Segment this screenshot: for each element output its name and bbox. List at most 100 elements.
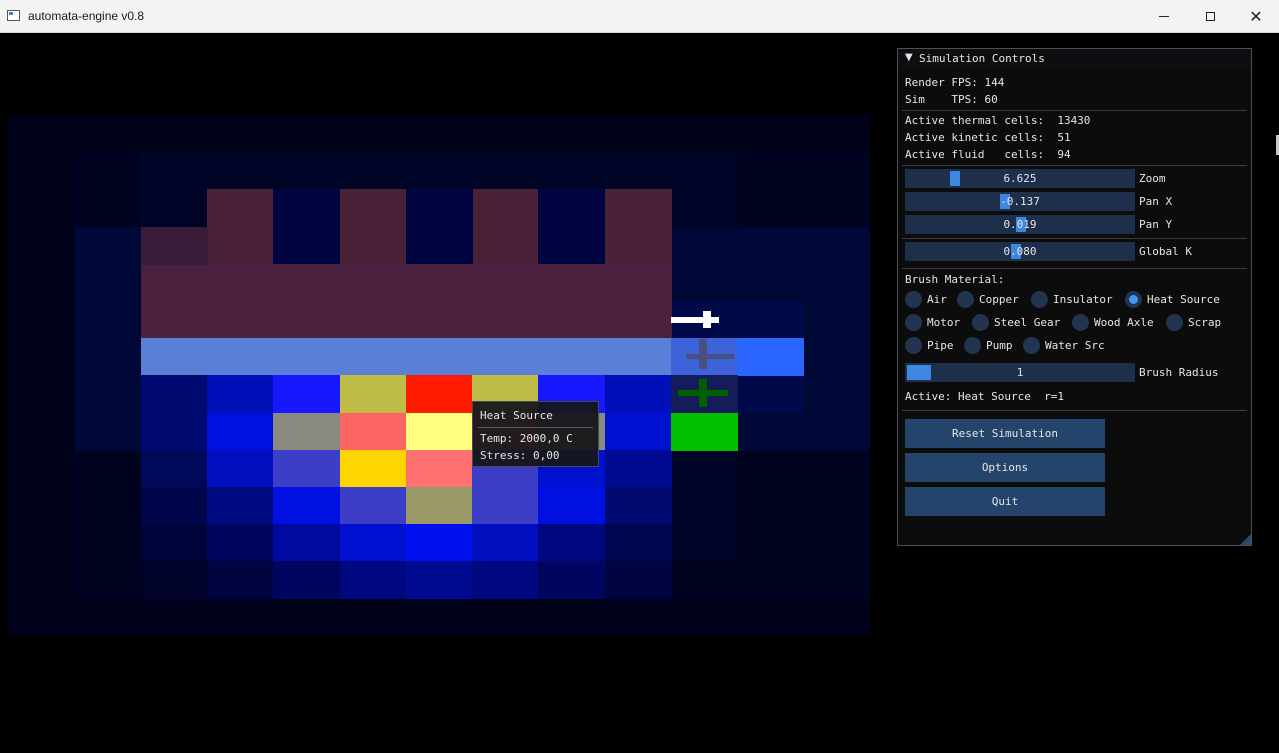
grid-cell[interactable] — [406, 189, 473, 264]
grid-cell[interactable] — [141, 487, 208, 525]
grid-cell[interactable] — [207, 524, 274, 562]
grid-cell[interactable] — [273, 561, 340, 599]
brush-radius-slider[interactable]: 1 — [905, 363, 1135, 382]
grid-cell[interactable] — [207, 487, 274, 525]
grid-cell[interactable] — [472, 487, 539, 525]
grid-cell[interactable] — [273, 189, 340, 264]
radio-button[interactable] — [1031, 291, 1048, 308]
global-k-slider[interactable]: 0.080 — [905, 242, 1135, 261]
maximize-button[interactable] — [1187, 0, 1233, 33]
minimize-button[interactable] — [1141, 0, 1187, 33]
grid-cell[interactable] — [406, 561, 473, 599]
material-label: Motor — [927, 316, 961, 329]
grid-cell[interactable] — [605, 413, 672, 451]
grid-cell[interactable] — [737, 338, 804, 376]
grid-cell[interactable] — [273, 487, 340, 525]
material-radio-insulator[interactable]: Insulator — [1031, 291, 1113, 308]
material-radio-pipe[interactable]: Pipe — [905, 337, 954, 354]
grid-cell[interactable] — [141, 264, 672, 339]
grid-cell[interactable] — [605, 487, 672, 525]
zoom-slider[interactable]: 6.625 — [905, 169, 1135, 188]
grid-cell[interactable] — [472, 524, 539, 562]
grid-cell[interactable] — [472, 561, 539, 599]
grid-cell[interactable] — [605, 450, 672, 488]
grid-cell[interactable] — [340, 524, 407, 562]
material-radio-water-src[interactable]: Water Src — [1023, 337, 1105, 354]
grid-cell[interactable] — [538, 189, 605, 264]
grid-cell[interactable] — [538, 487, 605, 525]
material-radio-wood-axle[interactable]: Wood Axle — [1072, 314, 1154, 331]
grid-cell[interactable] — [340, 413, 407, 451]
grid-cell[interactable] — [273, 450, 340, 488]
grid-cell[interactable] — [340, 450, 407, 488]
radio-button[interactable] — [905, 337, 922, 354]
grid-cell[interactable] — [273, 413, 340, 451]
material-radio-copper[interactable]: Copper — [957, 291, 1019, 308]
radio-button[interactable] — [1125, 291, 1142, 308]
grid-cell[interactable] — [207, 375, 274, 413]
grid-cell[interactable] — [207, 450, 274, 488]
resize-grip-icon[interactable] — [1240, 534, 1251, 545]
tooltip-temp: Temp: 2000,0 C — [480, 432, 573, 445]
material-label: Heat Source — [1147, 293, 1220, 306]
material-radio-steel-gear[interactable]: Steel Gear — [972, 314, 1060, 331]
divider — [902, 165, 1247, 166]
material-label: Pump — [986, 339, 1013, 352]
zoom-value: 6.625 — [1003, 172, 1037, 185]
grid-cell[interactable] — [605, 561, 672, 599]
radio-button[interactable] — [1072, 314, 1089, 331]
radio-button[interactable] — [972, 314, 989, 331]
grid-cell[interactable] — [141, 561, 208, 599]
reset-simulation-button[interactable]: Reset Simulation — [905, 419, 1105, 448]
material-radio-motor[interactable]: Motor — [905, 314, 960, 331]
grid-cell[interactable] — [472, 189, 539, 264]
pan-y-slider[interactable]: 0.019 — [905, 215, 1135, 234]
grid-cell[interactable] — [340, 487, 407, 525]
grid-cell[interactable] — [141, 450, 208, 488]
grid-cell[interactable] — [141, 375, 208, 413]
close-button[interactable]: ✕ — [1233, 0, 1279, 33]
material-label: Insulator — [1053, 293, 1113, 306]
zoom-label: Zoom — [1139, 172, 1166, 185]
radio-button[interactable] — [964, 337, 981, 354]
grid-cell[interactable] — [406, 524, 473, 562]
grid-cell[interactable] — [207, 561, 274, 599]
grid-cell[interactable] — [406, 450, 473, 488]
radio-button[interactable] — [957, 291, 974, 308]
grid-cell[interactable] — [207, 189, 274, 264]
radio-button[interactable] — [905, 314, 922, 331]
material-radio-scrap[interactable]: Scrap — [1166, 314, 1221, 331]
grid-cell[interactable] — [141, 338, 672, 376]
grid-cell[interactable] — [141, 524, 208, 562]
radio-button[interactable] — [1023, 337, 1040, 354]
grid-cell[interactable] — [538, 524, 605, 562]
grid-cell[interactable] — [538, 561, 605, 599]
grid-cell[interactable] — [273, 375, 340, 413]
grid-cell[interactable] — [273, 524, 340, 562]
material-radio-heat-source[interactable]: Heat Source — [1125, 291, 1220, 308]
grid-cell[interactable] — [605, 375, 672, 413]
grid-cell[interactable] — [406, 413, 473, 451]
grid-cell[interactable] — [207, 413, 274, 451]
material-radio-pump[interactable]: Pump — [964, 337, 1013, 354]
tooltip-stress: Stress: 0,00 — [480, 449, 560, 462]
panel-header[interactable]: ▼ Simulation Controls — [898, 49, 1251, 68]
grid-cell[interactable] — [406, 487, 473, 525]
grid-cell[interactable] — [340, 189, 407, 264]
material-radio-air[interactable]: Air — [905, 291, 947, 308]
grid-cell[interactable] — [141, 413, 208, 451]
grid-cell[interactable] — [141, 227, 208, 265]
radio-button[interactable] — [905, 291, 922, 308]
collapse-arrow-icon[interactable]: ▼ — [905, 52, 913, 63]
pan-x-slider[interactable]: -0.137 — [905, 192, 1135, 211]
axle-icon — [699, 339, 707, 369]
grid-cell[interactable] — [605, 189, 672, 264]
grid-cell[interactable] — [340, 561, 407, 599]
radio-button[interactable] — [1166, 314, 1183, 331]
grid-cell[interactable] — [605, 524, 672, 562]
grid-cell[interactable] — [406, 375, 473, 413]
grid-cell[interactable] — [340, 375, 407, 413]
quit-button[interactable]: Quit — [905, 487, 1105, 516]
motor-cell[interactable] — [671, 413, 738, 451]
options-button[interactable]: Options — [905, 453, 1105, 482]
